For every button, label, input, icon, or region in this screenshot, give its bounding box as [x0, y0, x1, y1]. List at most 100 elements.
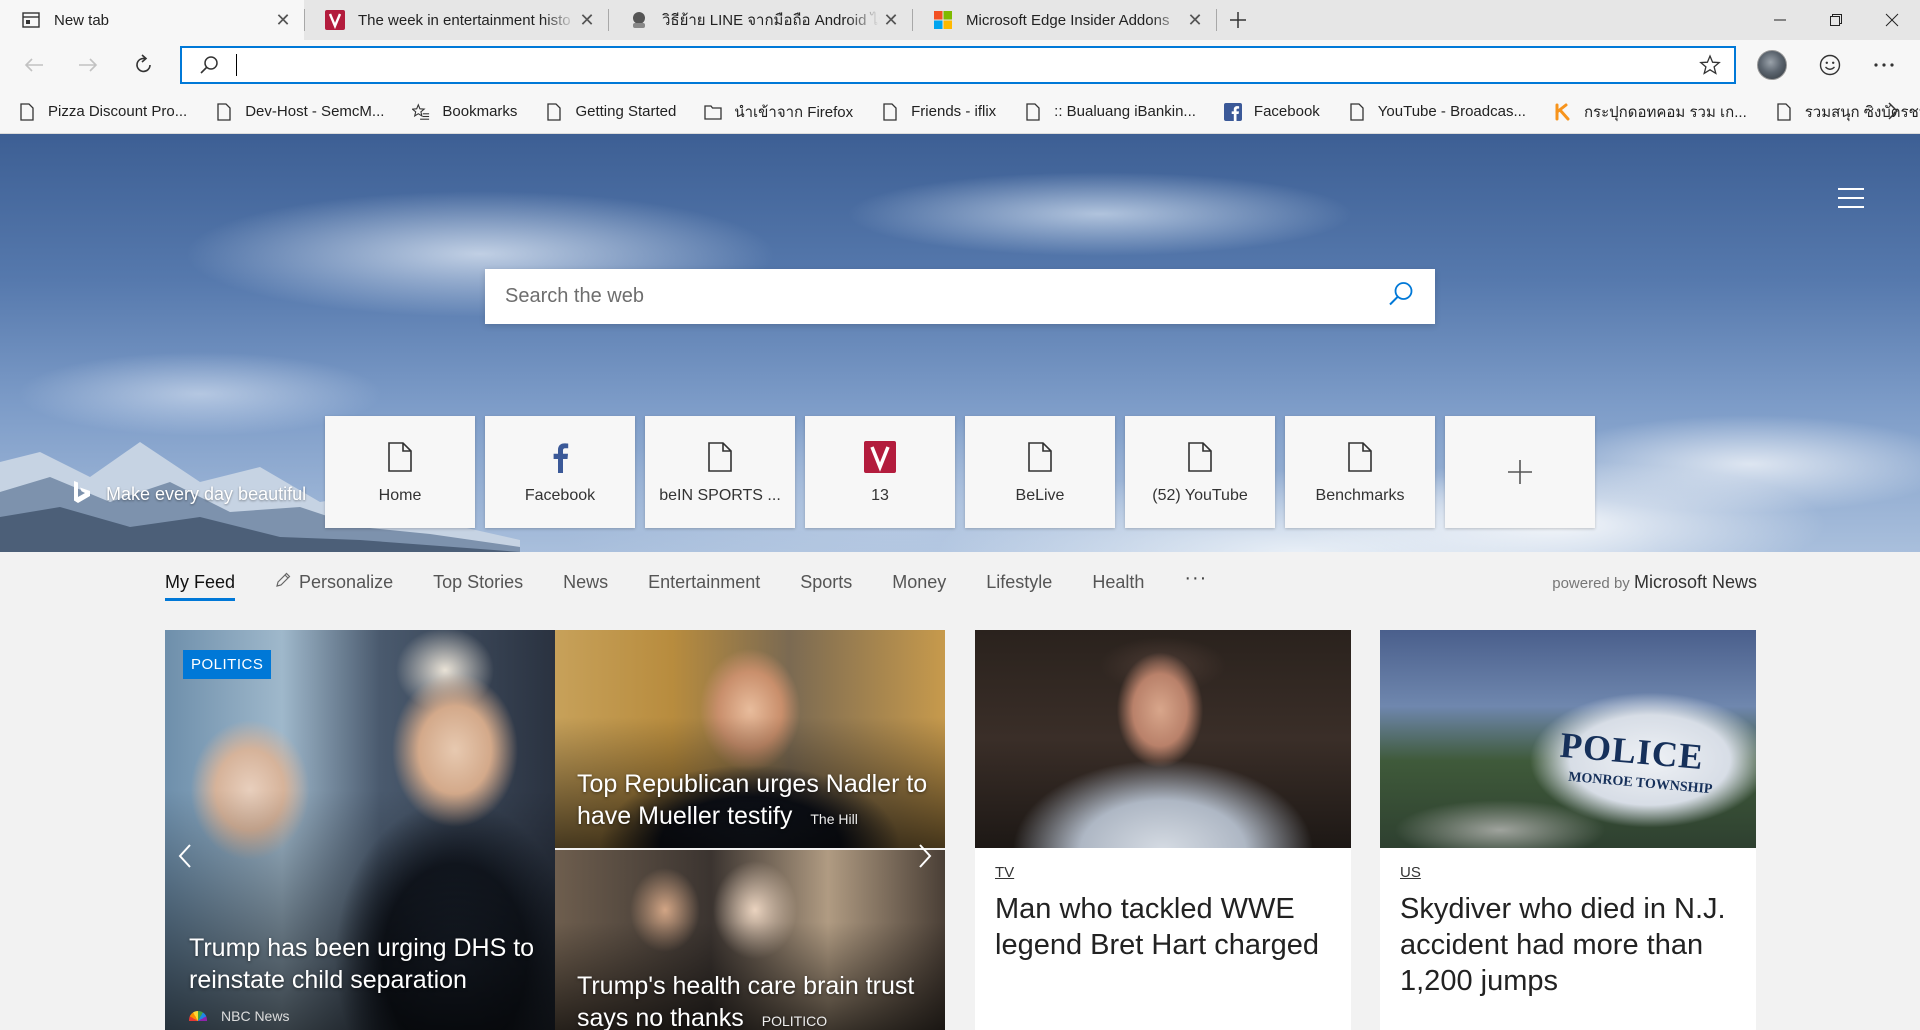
favorite-item[interactable]: :: Bualuang iBankin... [1024, 102, 1196, 122]
tile-label: (52) YouTube [1152, 487, 1248, 504]
web-search-box[interactable] [485, 269, 1435, 324]
top-site-tile[interactable]: (52) YouTube [1125, 416, 1275, 528]
top-site-tile[interactable]: beIN SPORTS ... [645, 416, 795, 528]
bing-logo-icon [72, 480, 92, 509]
close-window-button[interactable] [1864, 0, 1920, 40]
story-source: NBC News [189, 1008, 289, 1024]
tab-health[interactable]: Health [1092, 572, 1144, 593]
bing-tagline[interactable]: Make every day beautiful [72, 480, 306, 509]
news-card[interactable]: TV Man who tackled WWE legend Bret Hart … [975, 630, 1351, 1030]
top-site-tile[interactable]: BeLive [965, 416, 1115, 528]
tile-label: BeLive [1015, 487, 1065, 504]
tab-lifestyle[interactable]: Lifestyle [986, 572, 1052, 593]
close-tab-icon[interactable]: ✕ [1184, 9, 1206, 31]
top-site-tile[interactable]: 13 [805, 416, 955, 528]
minimize-button[interactable] [1752, 0, 1808, 40]
favorite-label: :: Bualuang iBankin... [1054, 103, 1196, 120]
favorite-item[interactable]: Friends - iflix [881, 102, 996, 122]
top-site-tile[interactable]: Home [325, 416, 475, 528]
powered-by[interactable]: powered by Microsoft News [1552, 572, 1757, 593]
restore-icon [1830, 14, 1842, 26]
refresh-button[interactable] [124, 45, 164, 85]
tab-personalize[interactable]: Personalize [275, 572, 393, 593]
feedback-button[interactable] [1808, 45, 1852, 85]
arrow-left-icon [24, 58, 43, 72]
story-category[interactable]: US [1400, 864, 1756, 881]
nbc-logo-icon [189, 1011, 207, 1021]
web-search-input[interactable] [505, 285, 1387, 308]
favorite-label: นำเข้าจาก Firefox [734, 103, 854, 121]
add-site-button[interactable] [1445, 416, 1595, 528]
page-icon [881, 102, 899, 122]
story-category[interactable]: TV [995, 864, 1351, 881]
favorite-item[interactable]: Dev-Host - SemcM... [215, 102, 384, 122]
restore-button[interactable] [1808, 0, 1864, 40]
top-site-tile[interactable]: Facebook [485, 416, 635, 528]
tab-entertainment-history[interactable]: The week in entertainment histo ✕ [304, 0, 608, 40]
top-site-tile[interactable]: Benchmarks [1285, 416, 1435, 528]
tab-line-android[interactable]: วิธีย้าย LINE จากมือถือ Android ไป ✕ [608, 0, 912, 40]
chevron-left-icon [178, 844, 191, 868]
carousel-prev-button[interactable] [171, 842, 199, 870]
hamburger-menu-icon[interactable] [1838, 188, 1864, 208]
profile-button[interactable] [1750, 45, 1794, 85]
back-button[interactable] [14, 45, 54, 85]
address-bar[interactable] [180, 46, 1736, 84]
tab-sports[interactable]: Sports [800, 572, 852, 593]
favorite-item[interactable]: Bookmarks [412, 102, 517, 122]
close-tab-icon[interactable]: ✕ [880, 9, 902, 31]
search-icon [182, 55, 236, 75]
avatar [1757, 50, 1787, 80]
tab-strip: New tab ✕ The week in entertainment hist… [0, 0, 1920, 40]
tab-new-tab[interactable]: New tab ✕ [0, 0, 304, 40]
carousel-next-button[interactable] [911, 842, 939, 870]
tab-edge-insider-addons[interactable]: Microsoft Edge Insider Addons ✕ [912, 0, 1216, 40]
facebook-icon [1223, 102, 1242, 122]
address-input[interactable] [237, 56, 1686, 74]
search-icon[interactable] [1387, 280, 1415, 313]
close-tab-icon[interactable]: ✕ [272, 9, 294, 31]
tab-money[interactable]: Money [892, 572, 946, 593]
tab-title: New tab [54, 11, 110, 29]
plus-icon [1506, 458, 1534, 486]
story-side-1[interactable]: Top Republican urges Nadler to have Muel… [555, 630, 945, 848]
tab-my-feed[interactable]: My Feed [165, 572, 236, 601]
favorite-item[interactable]: Facebook [1223, 102, 1320, 122]
folder-icon [704, 102, 722, 122]
close-tab-icon[interactable]: ✕ [576, 9, 598, 31]
favorite-item[interactable]: YouTube - Broadcas... [1348, 102, 1526, 122]
story-side-2[interactable]: Trump's health care brain trust says no … [555, 850, 945, 1030]
chevron-right-icon[interactable] [1888, 102, 1899, 125]
tagline-text: Make every day beautiful [106, 484, 307, 504]
favorite-label: YouTube - Broadcas... [1377, 103, 1526, 120]
microsoft-icon [932, 9, 954, 31]
new-tab-button[interactable] [1216, 0, 1260, 40]
news-card[interactable]: POLICE MONROE TOWNSHIP US Skydiver who d… [1380, 630, 1756, 1030]
tab-top-stories[interactable]: Top Stories [433, 572, 523, 593]
favorite-item[interactable]: รวมสนุก ซิงบัตรชมคอ... [1775, 100, 1920, 124]
refresh-icon [136, 54, 151, 73]
more-categories-icon[interactable]: ··· [1184, 567, 1207, 590]
star-list-icon [412, 102, 430, 122]
tile-label: beIN SPORTS ... [659, 487, 781, 504]
forward-button[interactable] [68, 45, 108, 85]
top-sites: Home Facebook beIN SPORTS ... 13 BeLive … [325, 416, 1605, 528]
favorite-item[interactable]: Getting Started [545, 102, 676, 122]
page-icon [1347, 439, 1373, 475]
tab-entertainment[interactable]: Entertainment [648, 572, 760, 593]
story-headline: Skydiver who died in N.J. accident had m… [1400, 893, 1726, 997]
favorite-item[interactable]: Pizza Discount Pro... [18, 102, 187, 122]
favorite-star-icon[interactable] [1686, 54, 1734, 76]
favorite-item[interactable]: กระปุกดอทคอม รวม เก... [1554, 100, 1747, 124]
favorite-item[interactable]: นำเข้าจาก Firefox [704, 100, 853, 124]
ellipsis-icon [1874, 63, 1894, 67]
favorite-label: Getting Started [575, 103, 677, 120]
top-stories-carousel: POLITICS Trump has been urging DHS to re… [165, 630, 945, 1030]
headline-text: Top Republican urges Nadler to have Muel… [577, 770, 928, 830]
settings-more-button[interactable] [1862, 45, 1906, 85]
tile-label: Benchmarks [1315, 487, 1405, 504]
powered-prefix: powered by [1552, 574, 1630, 592]
plus-icon [1230, 12, 1246, 28]
tab-news[interactable]: News [563, 572, 608, 593]
story-main[interactable]: POLITICS Trump has been urging DHS to re… [165, 630, 555, 1030]
